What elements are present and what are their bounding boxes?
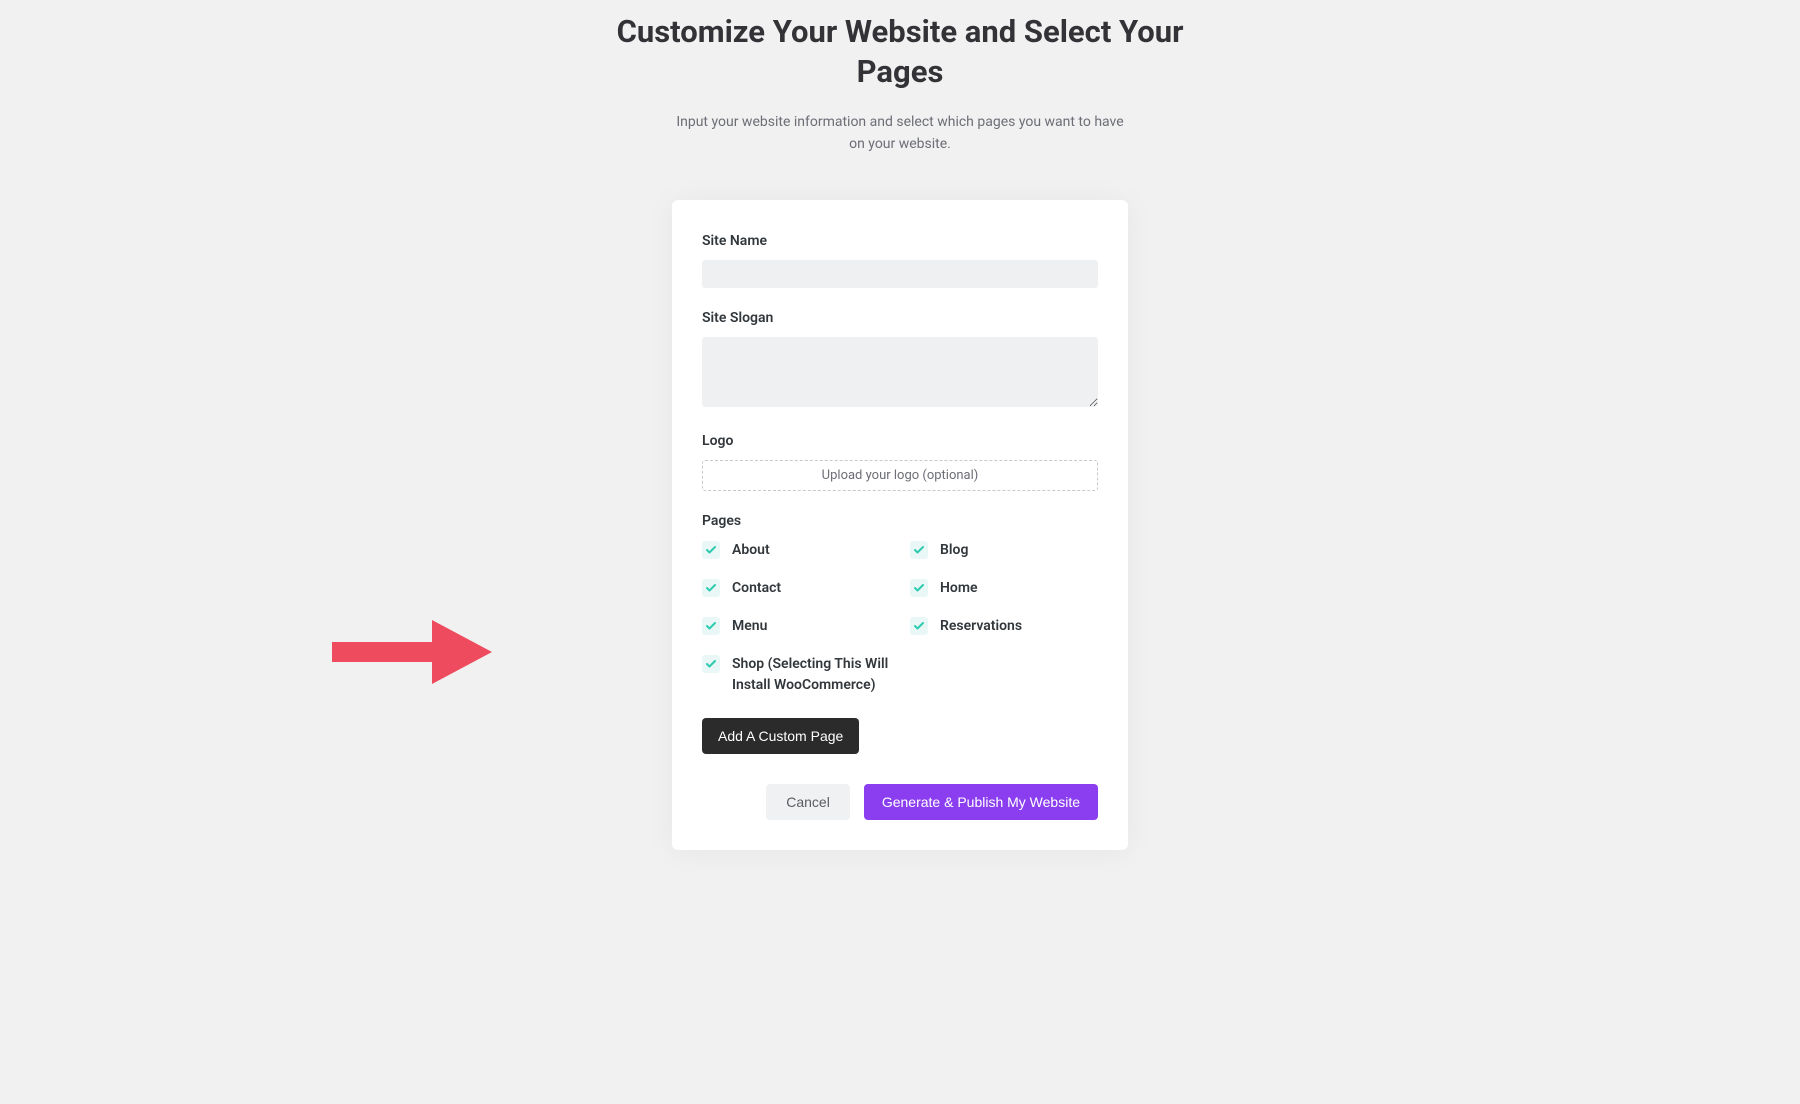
check-icon xyxy=(913,620,925,632)
add-custom-page-button[interactable]: Add A Custom Page xyxy=(702,718,859,754)
actions-row: Cancel Generate & Publish My Website xyxy=(702,784,1098,820)
page-item-about: About xyxy=(702,540,890,561)
site-slogan-group: Site Slogan xyxy=(702,310,1098,411)
page-subtitle: Input your website information and selec… xyxy=(670,111,1130,156)
logo-upload-dropzone[interactable]: Upload your logo (optional) xyxy=(702,460,1098,491)
page-label-home: Home xyxy=(940,578,978,599)
check-icon xyxy=(705,544,717,556)
page-item-home: Home xyxy=(910,578,1098,599)
page-label-reservations: Reservations xyxy=(940,616,1022,637)
pages-label: Pages xyxy=(702,513,1098,529)
logo-label: Logo xyxy=(702,433,1098,449)
checkbox-about[interactable] xyxy=(702,541,720,559)
page-title: Customize Your Website and Select Your P… xyxy=(600,12,1200,93)
page-label-menu: Menu xyxy=(732,616,767,637)
annotation-arrow-icon xyxy=(332,620,492,688)
page-label-contact: Contact xyxy=(732,578,781,599)
page-label-shop: Shop (Selecting This Will Install WooCom… xyxy=(732,654,890,696)
checkbox-home[interactable] xyxy=(910,579,928,597)
check-icon xyxy=(705,582,717,594)
checkbox-menu[interactable] xyxy=(702,617,720,635)
page-label-about: About xyxy=(732,540,770,561)
form-card: Site Name Site Slogan Logo Upload your l… xyxy=(672,200,1128,850)
page-label-blog: Blog xyxy=(940,540,968,561)
pages-group: Pages About Blog Contact xyxy=(702,513,1098,754)
site-name-group: Site Name xyxy=(702,233,1098,288)
page-item-shop: Shop (Selecting This Will Install WooCom… xyxy=(702,654,890,696)
generate-publish-button[interactable]: Generate & Publish My Website xyxy=(864,784,1098,820)
page-item-menu: Menu xyxy=(702,616,890,637)
site-slogan-input[interactable] xyxy=(702,337,1098,407)
checkbox-reservations[interactable] xyxy=(910,617,928,635)
page-item-reservations: Reservations xyxy=(910,616,1098,637)
checkbox-contact[interactable] xyxy=(702,579,720,597)
pages-grid: About Blog Contact Home xyxy=(702,540,1098,696)
site-name-label: Site Name xyxy=(702,233,1098,249)
check-icon xyxy=(913,582,925,594)
check-icon xyxy=(705,658,717,670)
checkbox-shop[interactable] xyxy=(702,655,720,673)
cancel-button[interactable]: Cancel xyxy=(766,784,850,820)
site-name-input[interactable] xyxy=(702,260,1098,288)
checkbox-blog[interactable] xyxy=(910,541,928,559)
check-icon xyxy=(913,544,925,556)
page-item-blog: Blog xyxy=(910,540,1098,561)
page-item-contact: Contact xyxy=(702,578,890,599)
logo-group: Logo Upload your logo (optional) xyxy=(702,433,1098,491)
check-icon xyxy=(705,620,717,632)
site-slogan-label: Site Slogan xyxy=(702,310,1098,326)
